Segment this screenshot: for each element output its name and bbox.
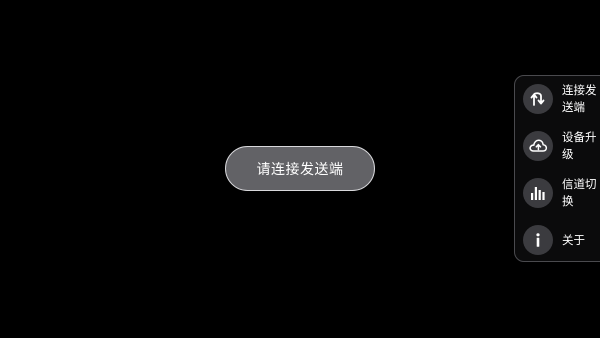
menu-item-about[interactable]: 关于: [523, 220, 600, 260]
connection-icon: [523, 84, 553, 114]
menu-item-connect-sender[interactable]: 连接发送端: [523, 79, 600, 119]
screen: 请连接发送端 连接发送端 设备升级 信道切换 关于: [0, 0, 600, 338]
cloud-upload-icon: [523, 131, 553, 161]
menu-label-about: 关于: [562, 232, 585, 247]
connect-sender-button[interactable]: 请连接发送端: [225, 146, 375, 191]
menu-label-connect-sender: 连接发送端: [562, 83, 597, 114]
menu-label-device-upgrade: 设备升级: [562, 130, 597, 161]
info-icon: [523, 225, 553, 255]
side-menu-panel: 连接发送端 设备升级 信道切换 关于: [514, 75, 600, 262]
signal-bars-icon: [523, 178, 553, 208]
menu-item-device-upgrade[interactable]: 设备升级: [523, 126, 600, 166]
menu-item-channel-switch[interactable]: 信道切换: [523, 173, 600, 213]
menu-label-channel-switch: 信道切换: [562, 177, 597, 208]
